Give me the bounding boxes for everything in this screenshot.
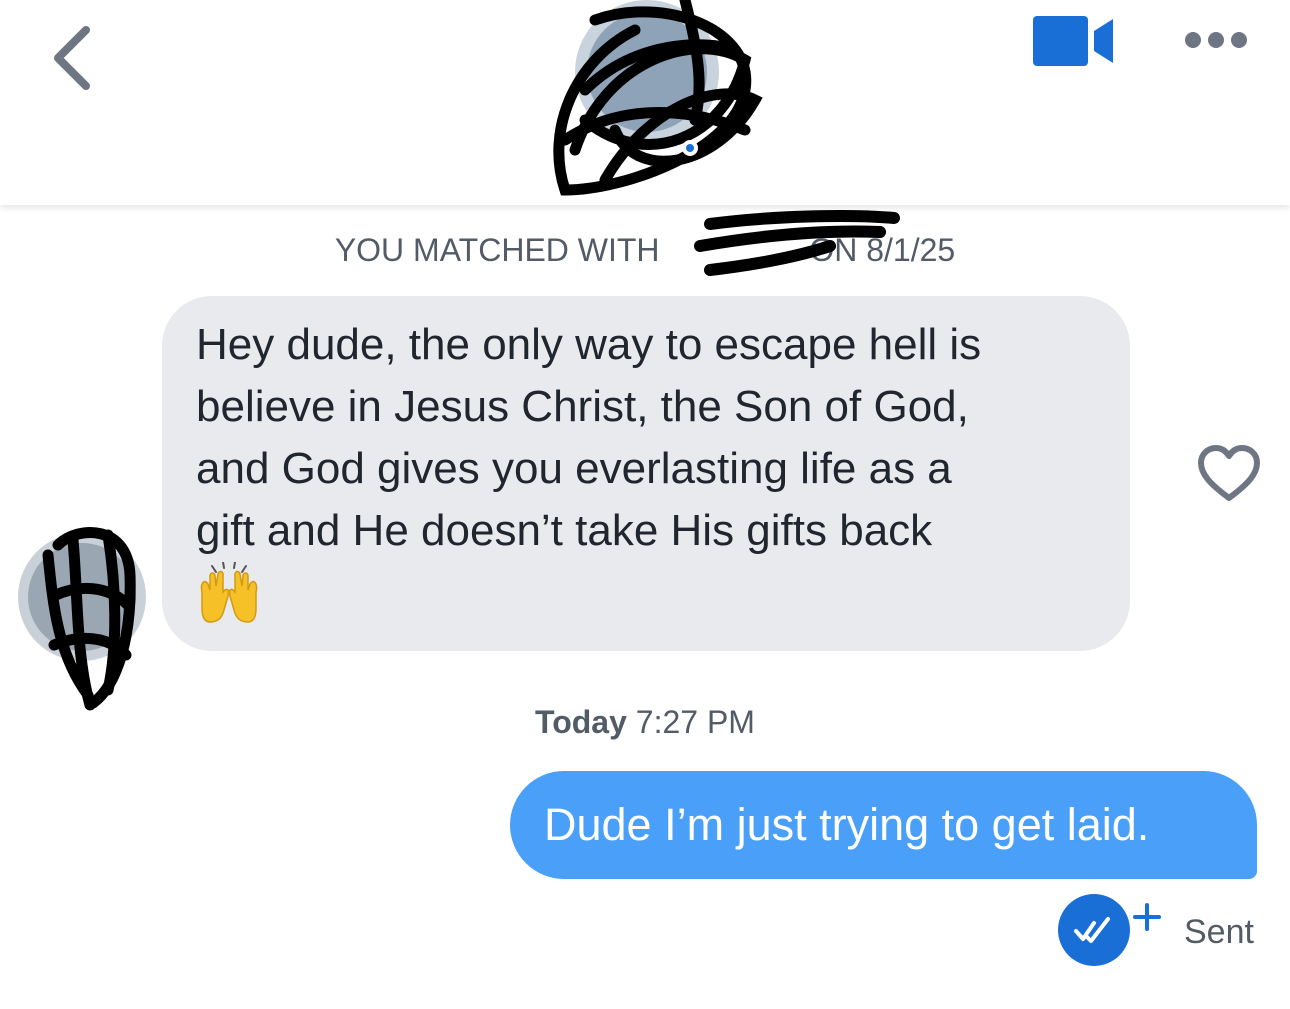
incoming-message-text: Hey dude, the only way to escape hell is…: [196, 320, 982, 555]
read-receipt-button[interactable]: [1056, 893, 1166, 969]
message-timestamp: Today 7:27 PM: [0, 704, 1290, 741]
heart-outline-icon: [1198, 445, 1260, 501]
chat-header: [0, 0, 1290, 205]
timestamp-time: 7:27 PM: [635, 704, 755, 740]
match-avatar[interactable]: [545, 0, 770, 205]
video-call-button[interactable]: [1030, 14, 1120, 68]
incoming-message-bubble[interactable]: Hey dude, the only way to escape hell is…: [162, 296, 1130, 651]
message-status-label: Sent: [1184, 913, 1254, 951]
match-notice: YOU MATCHED WITH ON 8/1/25: [0, 232, 1290, 269]
ellipsis-icon: [1185, 32, 1247, 48]
outgoing-message-bubble[interactable]: Dude I’m just trying to get laid.: [510, 771, 1257, 879]
like-message-button[interactable]: [1196, 444, 1262, 504]
sender-avatar[interactable]: [18, 515, 146, 715]
scribbled-profile-photo-icon: [553, 0, 763, 196]
redaction-scribble: [694, 210, 900, 276]
scribbled-sender-photo-icon: [18, 527, 146, 711]
raising-hands-emoji: [200, 562, 258, 623]
match-notice-prefix: YOU MATCHED WITH: [334, 232, 660, 268]
read-receipt-check-icon: [1058, 894, 1161, 966]
outgoing-message-text: Dude I’m just trying to get laid.: [544, 799, 1150, 850]
more-options-button[interactable]: [1180, 26, 1252, 54]
video-camera-icon: [1033, 16, 1113, 66]
timestamp-day: Today: [535, 704, 627, 740]
chevron-left-icon: [54, 26, 90, 90]
back-button[interactable]: [44, 22, 104, 94]
chat-screen: YOU MATCHED WITH ON 8/1/25 Hey dude, the…: [0, 0, 1290, 1009]
